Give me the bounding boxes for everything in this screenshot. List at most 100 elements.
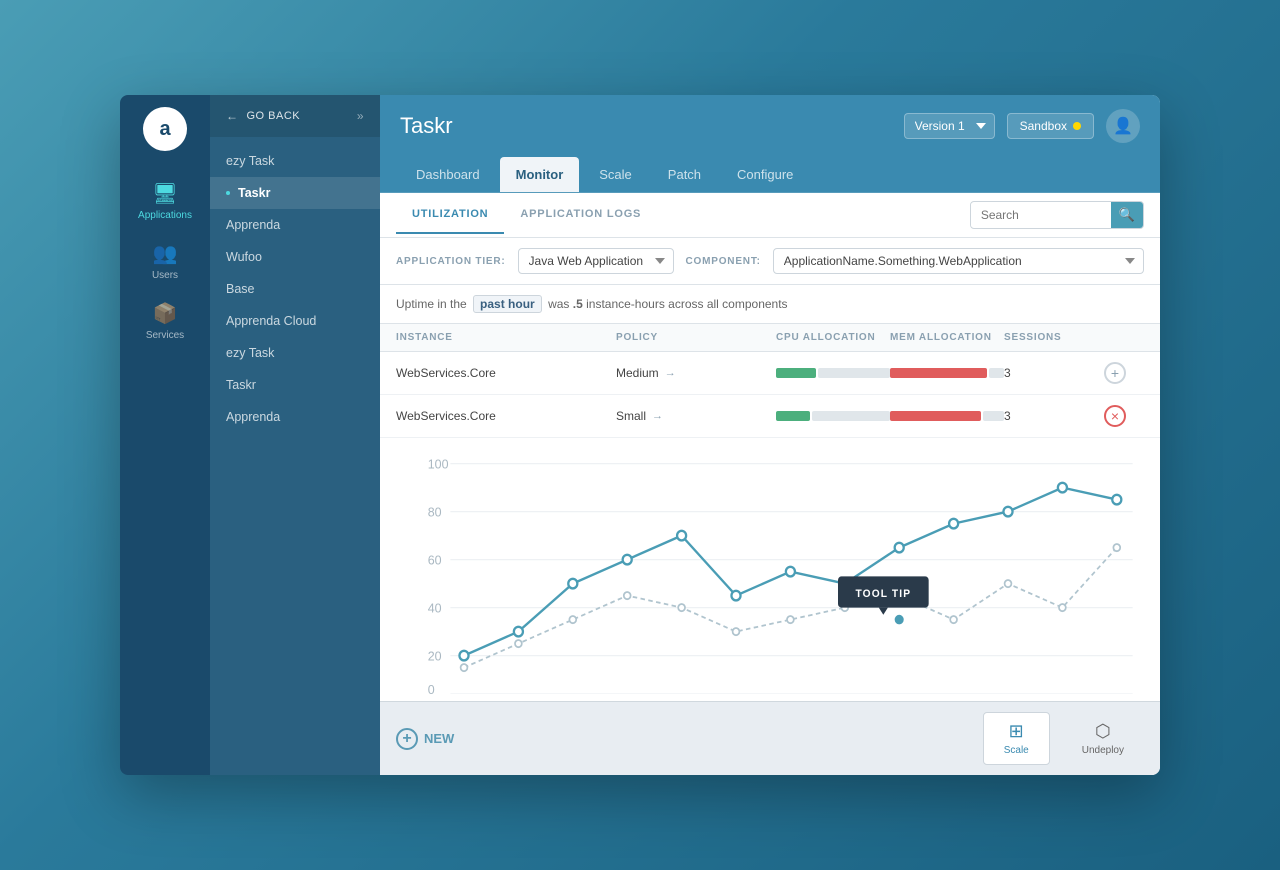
component-label: COMPONENT:: [686, 256, 761, 267]
nav-item-applications[interactable]: 🖥 Applications: [138, 181, 192, 221]
search-button[interactable]: 🔍: [1111, 202, 1143, 228]
sidebar: ← GO BACK » ezy Task Taskr Apprenda Wufo…: [210, 95, 380, 775]
cpu-empty: [818, 368, 890, 378]
sidebar-label: ezy Task: [226, 154, 274, 168]
row-action-cell: ×: [1104, 405, 1144, 427]
active-dot: [226, 191, 230, 195]
user-avatar[interactable]: 👤: [1106, 109, 1140, 143]
policy-cell: Medium →: [616, 366, 776, 380]
sidebar-item-wufoo[interactable]: Wufoo: [210, 241, 380, 273]
version-select[interactable]: Version 1: [904, 113, 995, 139]
sidebar-header[interactable]: ← GO BACK »: [210, 95, 380, 137]
sessions-cell: 3: [1004, 366, 1104, 380]
main-nav: a 🖥 Applications 👥 Users 📦 Services: [120, 95, 210, 775]
policy-label: Small: [616, 409, 646, 423]
cpu-bar: [776, 368, 890, 378]
content-area: UTILIZATION APPLICATION LOGS 🔍 APPLICATI…: [380, 193, 1160, 701]
add-instance-button[interactable]: +: [1104, 362, 1126, 384]
filter-row: APPLICATION TIER: Java Web Application C…: [380, 238, 1160, 285]
tab-monitor[interactable]: Monitor: [500, 157, 580, 192]
scale-action[interactable]: ⊞ Scale: [983, 712, 1050, 765]
uptime-text-end: instance-hours across all components: [586, 297, 787, 311]
sidebar-item-ezy-task-2[interactable]: ezy Task: [210, 337, 380, 369]
scale-icon: ⊞: [1009, 721, 1024, 742]
policy-arrow-icon: →: [652, 410, 663, 422]
sidebar-item-apprenda-cloud[interactable]: Apprenda Cloud: [210, 305, 380, 337]
svg-text:TOOL TIP: TOOL TIP: [855, 588, 911, 600]
mem-bar-cell: [890, 411, 1004, 421]
component-select[interactable]: ApplicationName.Something.WebApplication: [773, 248, 1144, 274]
mem-bar: [890, 368, 1004, 378]
tab-dashboard[interactable]: Dashboard: [400, 157, 496, 192]
instance-name: WebServices.Core: [396, 366, 616, 380]
new-button[interactable]: + NEW: [396, 728, 454, 750]
sub-tab-application-logs[interactable]: APPLICATION LOGS: [504, 196, 657, 234]
sidebar-label: Apprenda: [226, 410, 280, 424]
svg-text:60: 60: [428, 552, 442, 567]
sidebar-label: Taskr: [226, 378, 256, 392]
th-mem: MEM ALLOCATION: [890, 332, 1004, 343]
chart-area: 100 80 60 40 20 0: [380, 438, 1160, 701]
nav-label-users: Users: [152, 270, 178, 281]
tab-scale[interactable]: Scale: [583, 157, 648, 192]
sidebar-item-taskr-2[interactable]: Taskr: [210, 369, 380, 401]
table-header: INSTANCE POLICY CPU ALLOCATION MEM ALLOC…: [380, 324, 1160, 352]
applications-icon: 🖥: [152, 181, 177, 206]
mem-empty: [989, 368, 1004, 378]
search-input[interactable]: [971, 203, 1111, 227]
sessions-cell: 3: [1004, 409, 1104, 423]
nav-label-applications: Applications: [138, 210, 192, 221]
page-title: Taskr: [400, 113, 892, 139]
table-container: INSTANCE POLICY CPU ALLOCATION MEM ALLOC…: [380, 324, 1160, 701]
svg-text:0: 0: [428, 682, 435, 694]
cpu-filled: [776, 368, 816, 378]
svg-text:20: 20: [428, 648, 442, 663]
sidebar-item-apprenda[interactable]: Apprenda: [210, 209, 380, 241]
sidebar-item-apprenda-2[interactable]: Apprenda: [210, 401, 380, 433]
sub-tabs-bar: UTILIZATION APPLICATION LOGS 🔍: [380, 193, 1160, 238]
th-sessions: SESSIONS: [1004, 332, 1104, 343]
undeploy-icon: ⬡: [1095, 721, 1111, 742]
users-icon: 👥: [153, 241, 178, 266]
new-label: NEW: [424, 731, 454, 746]
main-content: Taskr Version 1 Sandbox 👤 Dashboard Moni…: [380, 95, 1160, 775]
app-container: a 🖥 Applications 👥 Users 📦 Services ← GO…: [120, 95, 1160, 775]
nav-item-users[interactable]: 👥 Users: [152, 241, 178, 281]
collapse-icon[interactable]: »: [357, 109, 364, 123]
tab-patch[interactable]: Patch: [652, 157, 717, 192]
tier-label: APPLICATION TIER:: [396, 256, 506, 267]
th-instance: INSTANCE: [396, 332, 616, 343]
tier-select[interactable]: Java Web Application: [518, 248, 674, 274]
sidebar-label: Apprenda: [226, 218, 280, 232]
sidebar-label: Wufoo: [226, 250, 262, 264]
sandbox-badge: Sandbox: [1007, 113, 1094, 139]
search-box: 🔍: [970, 201, 1144, 229]
back-arrow-icon: ←: [226, 109, 239, 123]
sandbox-label: Sandbox: [1020, 119, 1067, 133]
uptime-highlight: past hour: [473, 295, 542, 313]
sidebar-label: Base: [226, 282, 255, 296]
instance-name: WebServices.Core: [396, 409, 616, 423]
sidebar-label: Apprenda Cloud: [226, 314, 316, 328]
th-policy: POLICY: [616, 332, 776, 343]
services-icon: 📦: [153, 301, 178, 326]
table-row: WebServices.Core Medium →: [380, 352, 1160, 395]
remove-instance-button[interactable]: ×: [1104, 405, 1126, 427]
nav-label-services: Services: [146, 330, 184, 341]
tabs-bar: Dashboard Monitor Scale Patch Configure: [380, 157, 1160, 193]
nav-item-services[interactable]: 📦 Services: [146, 301, 184, 341]
th-cpu: CPU ALLOCATION: [776, 332, 890, 343]
policy-label: Medium: [616, 366, 659, 380]
undeploy-action[interactable]: ⬡ Undeploy: [1062, 713, 1144, 764]
sidebar-item-base[interactable]: Base: [210, 273, 380, 305]
scale-label: Scale: [1004, 745, 1029, 756]
sidebar-item-ezy-task-1[interactable]: ezy Task: [210, 145, 380, 177]
sub-tab-utilization[interactable]: UTILIZATION: [396, 196, 504, 234]
sidebar-item-taskr[interactable]: Taskr: [210, 177, 380, 209]
mem-bar: [890, 411, 1004, 421]
sidebar-label: ezy Task: [226, 346, 274, 360]
tab-configure[interactable]: Configure: [721, 157, 809, 192]
app-logo[interactable]: a: [143, 107, 187, 151]
uptime-text-after: was: [548, 297, 569, 311]
cpu-empty: [812, 411, 890, 421]
